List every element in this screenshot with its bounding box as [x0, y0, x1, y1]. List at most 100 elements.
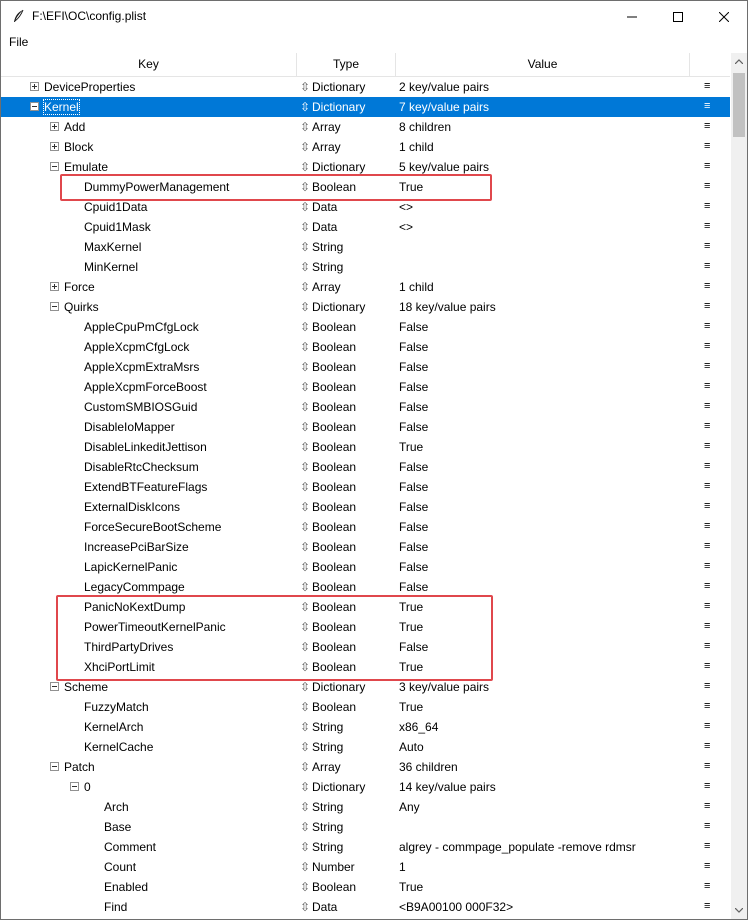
type-updown-icon[interactable]: ⇳	[300, 300, 310, 314]
row-key[interactable]: Patch	[64, 760, 95, 774]
scroll-up-button[interactable]	[731, 53, 747, 70]
drag-handle-icon[interactable]: ≡	[704, 780, 710, 792]
type-updown-icon[interactable]: ⇳	[300, 500, 310, 514]
row-value[interactable]: False	[399, 460, 428, 474]
row-key[interactable]: MaxKernel	[84, 240, 141, 254]
row-type[interactable]: Boolean	[312, 700, 356, 714]
collapse-icon[interactable]	[50, 302, 59, 311]
expand-icon[interactable]	[50, 142, 59, 151]
tree-row[interactable]: 0 ⇳ Dictionary 14 key/value pairs ≡	[1, 777, 730, 797]
tree-row[interactable]: LapicKernelPanic ⇳ Boolean False ≡	[1, 557, 730, 577]
tree-row[interactable]: DisableIoMapper ⇳ Boolean False ≡	[1, 417, 730, 437]
type-updown-icon[interactable]: ⇳	[300, 460, 310, 474]
row-key[interactable]: Quirks	[64, 300, 99, 314]
row-value[interactable]: 1	[399, 860, 406, 874]
tree-row[interactable]: AppleXcpmForceBoost ⇳ Boolean False ≡	[1, 377, 730, 397]
row-type[interactable]: Boolean	[312, 880, 356, 894]
menu-file[interactable]: File	[9, 35, 28, 49]
row-value[interactable]: 36 children	[399, 760, 458, 774]
type-updown-icon[interactable]: ⇳	[300, 120, 310, 134]
row-value[interactable]: 1 child	[399, 280, 434, 294]
row-value[interactable]: False	[399, 580, 428, 594]
tree-row[interactable]: AppleXcpmCfgLock ⇳ Boolean False ≡	[1, 337, 730, 357]
type-updown-icon[interactable]: ⇳	[300, 380, 310, 394]
row-key[interactable]: Comment	[104, 840, 156, 854]
row-type[interactable]: String	[312, 800, 343, 814]
drag-handle-icon[interactable]: ≡	[704, 160, 710, 172]
title-bar[interactable]: F:\EFI\OC\config.plist	[1, 1, 747, 32]
drag-handle-icon[interactable]: ≡	[704, 380, 710, 392]
row-type[interactable]: Boolean	[312, 360, 356, 374]
drag-handle-icon[interactable]: ≡	[704, 700, 710, 712]
row-value[interactable]: True	[399, 180, 423, 194]
tree-row[interactable]: KernelCache ⇳ String Auto ≡	[1, 737, 730, 757]
expand-icon[interactable]	[30, 82, 39, 91]
row-value[interactable]: algrey - commpage_populate -remove rdmsr	[399, 840, 636, 854]
row-value[interactable]: False	[399, 320, 428, 334]
row-key[interactable]: Find	[104, 900, 127, 914]
type-updown-icon[interactable]: ⇳	[300, 820, 310, 834]
tree-row[interactable]: AppleCpuPmCfgLock ⇳ Boolean False ≡	[1, 317, 730, 337]
row-key[interactable]: ThirdPartyDrives	[84, 640, 173, 654]
drag-handle-icon[interactable]: ≡	[704, 580, 710, 592]
row-key[interactable]: MinKernel	[84, 260, 138, 274]
row-value[interactable]: 8 children	[399, 120, 451, 134]
row-key[interactable]: ExtendBTFeatureFlags	[84, 480, 207, 494]
row-key[interactable]: Emulate	[64, 160, 108, 174]
row-type[interactable]: Boolean	[312, 640, 356, 654]
tree-row[interactable]: IncreasePciBarSize ⇳ Boolean False ≡	[1, 537, 730, 557]
drag-handle-icon[interactable]: ≡	[704, 440, 710, 452]
row-value[interactable]: 7 key/value pairs	[399, 100, 489, 114]
row-key[interactable]: DeviceProperties	[44, 80, 135, 94]
row-value[interactable]: 5 key/value pairs	[399, 160, 489, 174]
drag-handle-icon[interactable]: ≡	[704, 640, 710, 652]
tree-row[interactable]: Cpuid1Mask ⇳ Data <> ≡	[1, 217, 730, 237]
type-updown-icon[interactable]: ⇳	[300, 840, 310, 854]
type-updown-icon[interactable]: ⇳	[300, 560, 310, 574]
row-type[interactable]: Dictionary	[312, 80, 365, 94]
row-value[interactable]: Any	[399, 800, 420, 814]
type-updown-icon[interactable]: ⇳	[300, 900, 310, 914]
type-updown-icon[interactable]: ⇳	[300, 640, 310, 654]
row-key[interactable]: AppleXcpmExtraMsrs	[84, 360, 199, 374]
row-key[interactable]: Count	[104, 860, 136, 874]
row-type[interactable]: Array	[312, 280, 341, 294]
type-updown-icon[interactable]: ⇳	[300, 140, 310, 154]
type-updown-icon[interactable]: ⇳	[300, 700, 310, 714]
row-value[interactable]: True	[399, 620, 423, 634]
row-value[interactable]: True	[399, 440, 423, 454]
row-type[interactable]: Boolean	[312, 400, 356, 414]
row-type[interactable]: Boolean	[312, 460, 356, 474]
drag-handle-icon[interactable]: ≡	[704, 480, 710, 492]
expand-icon[interactable]	[50, 282, 59, 291]
type-updown-icon[interactable]: ⇳	[300, 420, 310, 434]
row-value[interactable]: <>	[399, 200, 413, 214]
drag-handle-icon[interactable]: ≡	[704, 300, 710, 312]
row-key[interactable]: DummyPowerManagement	[84, 180, 229, 194]
row-type[interactable]: Boolean	[312, 480, 356, 494]
row-value[interactable]: 14 key/value pairs	[399, 780, 496, 794]
tree-row[interactable]: Quirks ⇳ Dictionary 18 key/value pairs ≡	[1, 297, 730, 317]
row-key[interactable]: AppleXcpmForceBoost	[84, 380, 207, 394]
row-type[interactable]: String	[312, 240, 343, 254]
row-value[interactable]: 1 child	[399, 140, 434, 154]
tree-row[interactable]: FuzzyMatch ⇳ Boolean True ≡	[1, 697, 730, 717]
row-value[interactable]: False	[399, 380, 428, 394]
tree-row[interactable]: Scheme ⇳ Dictionary 3 key/value pairs ≡	[1, 677, 730, 697]
row-type[interactable]: Boolean	[312, 320, 356, 334]
tree-row[interactable]: PowerTimeoutKernelPanic ⇳ Boolean True ≡	[1, 617, 730, 637]
row-key[interactable]: PowerTimeoutKernelPanic	[84, 620, 226, 634]
row-key[interactable]: Scheme	[64, 680, 108, 694]
type-updown-icon[interactable]: ⇳	[300, 540, 310, 554]
row-type[interactable]: Data	[312, 900, 337, 914]
column-header-value[interactable]: Value	[396, 53, 689, 76]
row-type[interactable]: Boolean	[312, 580, 356, 594]
row-key[interactable]: FuzzyMatch	[84, 700, 149, 714]
row-key[interactable]: AppleCpuPmCfgLock	[84, 320, 199, 334]
drag-handle-icon[interactable]: ≡	[704, 200, 710, 212]
row-value[interactable]: 18 key/value pairs	[399, 300, 496, 314]
row-type[interactable]: Boolean	[312, 660, 356, 674]
row-key[interactable]: IncreasePciBarSize	[84, 540, 189, 554]
row-type[interactable]: Array	[312, 120, 341, 134]
row-type[interactable]: Dictionary	[312, 100, 365, 114]
